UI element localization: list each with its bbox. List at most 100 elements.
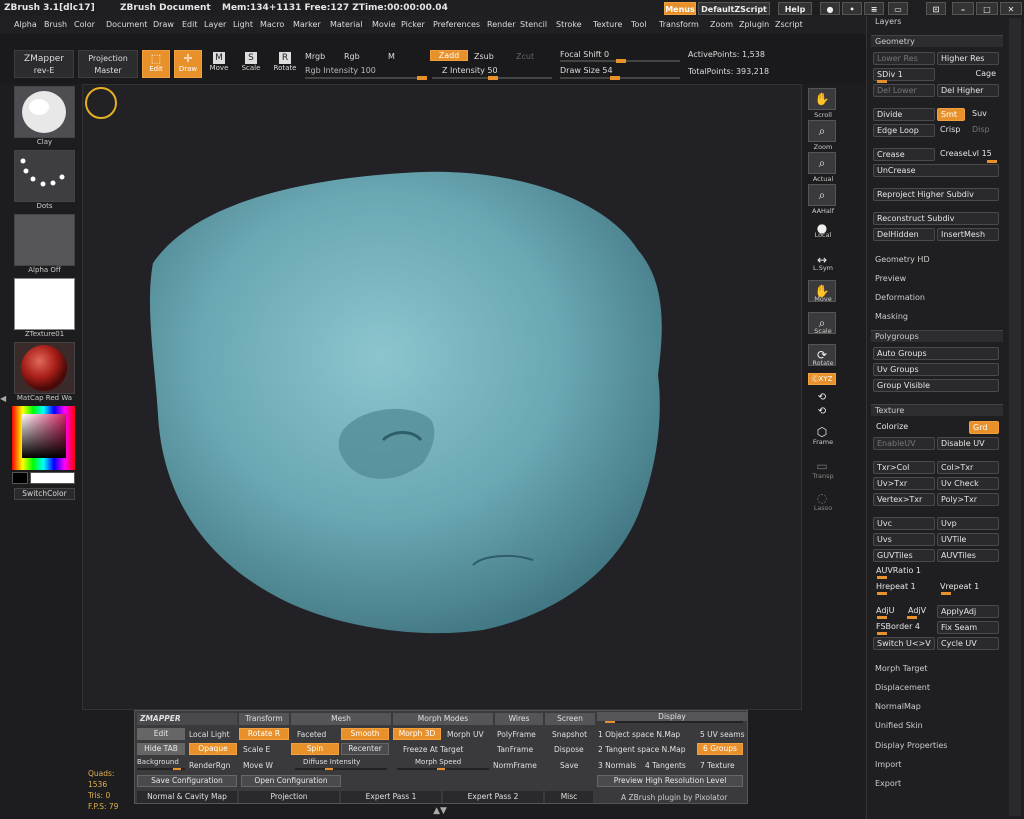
- zm-diffuse-slider[interactable]: [295, 768, 387, 770]
- lock-icon[interactable]: ⊡: [926, 2, 946, 15]
- menus-button[interactable]: Menus: [664, 2, 696, 15]
- zoom-icon[interactable]: ⌕: [808, 120, 836, 142]
- zm-faceted[interactable]: Faceted: [297, 729, 326, 740]
- zm-opaque-button[interactable]: Opaque: [189, 743, 237, 755]
- auvtiles-button[interactable]: AUVTiles: [937, 549, 999, 562]
- palette-icon[interactable]: ≡: [864, 2, 884, 15]
- hrepeat-knob[interactable]: [877, 592, 887, 595]
- menu-transform[interactable]: Transform: [659, 20, 699, 29]
- deformation-header[interactable]: Deformation: [875, 293, 925, 302]
- dot-icon[interactable]: ●: [820, 2, 840, 15]
- zm-save[interactable]: Save: [560, 760, 578, 771]
- small-dot-icon[interactable]: •: [842, 2, 862, 15]
- zm-background[interactable]: Background: [137, 757, 179, 768]
- crisp-toggle[interactable]: Crisp: [937, 124, 967, 137]
- stroke-thumbnail[interactable]: [14, 150, 75, 202]
- menu-picker[interactable]: Picker: [401, 20, 425, 29]
- m-button[interactable]: M: [388, 52, 395, 61]
- menu-macro[interactable]: Macro: [260, 20, 284, 29]
- zm-edit-button[interactable]: Edit: [137, 728, 185, 740]
- menu-zoom[interactable]: Zoom: [710, 20, 733, 29]
- mrgb-button[interactable]: Mrgb: [305, 52, 325, 61]
- preview-header[interactable]: Preview: [875, 274, 906, 283]
- crease-button[interactable]: Crease: [873, 148, 935, 161]
- del-higher-button[interactable]: Del Higher: [937, 84, 999, 97]
- zm-open-configuration-button[interactable]: Open Configuration: [241, 775, 341, 787]
- scroll-icon[interactable]: ✋: [808, 88, 836, 110]
- maximize-icon[interactable]: □: [976, 2, 998, 15]
- rgb-intensity-slider[interactable]: Rgb Intensity 100: [305, 66, 376, 75]
- color-picker-square[interactable]: [22, 414, 66, 458]
- menu-marker[interactable]: Marker: [293, 20, 321, 29]
- export-header[interactable]: Export: [875, 779, 901, 788]
- menu-zplugin[interactable]: Zplugin: [739, 20, 769, 29]
- menu-zscript[interactable]: Zscript: [775, 20, 803, 29]
- zm-dispose[interactable]: Dispose: [554, 744, 584, 755]
- menu-brush[interactable]: Brush: [44, 20, 67, 29]
- colorize-toggle[interactable]: Colorize: [873, 421, 967, 434]
- menu-preferences[interactable]: Preferences: [433, 20, 480, 29]
- insertmesh-button[interactable]: InsertMesh: [937, 228, 999, 241]
- close-icon[interactable]: ✕: [1000, 2, 1022, 15]
- zm-tangents[interactable]: 4 Tangents: [645, 760, 686, 771]
- zm-background-slider[interactable]: [137, 768, 185, 770]
- draw-mode-button[interactable]: ✛ Draw: [174, 50, 202, 78]
- uv-txr-button[interactable]: Uv>Txr: [873, 477, 935, 490]
- reproject-button[interactable]: Reproject Higher Subdiv: [873, 188, 999, 201]
- polygroups-header[interactable]: Polygroups: [871, 330, 1003, 342]
- normalmap-header[interactable]: NormalMap: [875, 702, 921, 711]
- geometry-hd-header[interactable]: Geometry HD: [875, 255, 930, 264]
- aahalf-icon[interactable]: ⌕: [808, 184, 836, 206]
- suv-toggle[interactable]: Suv: [969, 108, 999, 121]
- default-zscript-button[interactable]: DefaultZScript: [698, 2, 770, 15]
- mesh-body[interactable]: [149, 171, 662, 634]
- rect-icon[interactable]: ▭: [888, 2, 908, 15]
- layers-header[interactable]: Layers: [875, 17, 901, 26]
- projection-master-button[interactable]: Projection Master: [78, 50, 138, 78]
- fix-seam-button[interactable]: Fix Seam: [937, 621, 999, 634]
- edge-loop-button[interactable]: Edge Loop: [873, 124, 935, 137]
- menu-movie[interactable]: Movie: [372, 20, 396, 29]
- auvratio-slider[interactable]: AUVRatio 1: [873, 565, 999, 578]
- adju-knob[interactable]: [877, 616, 887, 619]
- zm-morphuv[interactable]: Morph UV: [447, 729, 484, 740]
- geometry-header[interactable]: Geometry: [871, 35, 1003, 47]
- disp-slider[interactable]: Disp: [969, 124, 999, 137]
- zm-texture[interactable]: 7 Texture: [700, 760, 735, 771]
- zm-tanframe[interactable]: TanFrame: [497, 744, 533, 755]
- tray-scrollbar[interactable]: [1009, 18, 1021, 816]
- actual-icon[interactable]: ⌕: [808, 152, 836, 174]
- zm-tab-expert-pass-1[interactable]: Expert Pass 1: [341, 791, 441, 803]
- zm-spin-button[interactable]: Spin: [291, 743, 339, 755]
- cage-button[interactable]: Cage: [937, 68, 999, 81]
- menu-draw[interactable]: Draw: [153, 20, 174, 29]
- z-intensity-knob[interactable]: [488, 76, 498, 80]
- menu-document[interactable]: Document: [106, 20, 147, 29]
- draw-size-track[interactable]: [560, 76, 680, 80]
- zm-freeze[interactable]: Freeze At Target: [403, 744, 463, 755]
- zm-normals[interactable]: 3 Normals: [598, 760, 636, 771]
- menu-material[interactable]: Material: [330, 20, 363, 29]
- menu-texture[interactable]: Texture: [593, 20, 622, 29]
- move-mode-button[interactable]: M Move: [208, 52, 230, 72]
- menu-color[interactable]: Color: [74, 20, 95, 29]
- vrepeat-knob[interactable]: [941, 592, 951, 595]
- texture-thumbnail[interactable]: [14, 278, 75, 330]
- auvratio-knob[interactable]: [877, 576, 887, 579]
- guvtiles-button[interactable]: GUVTiles: [873, 549, 935, 562]
- xyz-toggle[interactable]: ⒸXYZ: [808, 373, 836, 385]
- auto-groups-button[interactable]: Auto Groups: [873, 347, 999, 360]
- rgb-intensity-knob[interactable]: [417, 76, 427, 80]
- uv-check-button[interactable]: Uv Check: [937, 477, 999, 490]
- zm-recenter-button[interactable]: Recenter: [341, 743, 389, 755]
- zm-renderrgn[interactable]: RenderRgn: [189, 760, 230, 771]
- display-slider[interactable]: [605, 721, 743, 723]
- menu-light[interactable]: Light: [233, 20, 253, 29]
- zm-save-configuration-button[interactable]: Save Configuration: [137, 775, 237, 787]
- higher-res-button[interactable]: Higher Res: [937, 52, 999, 65]
- enable-uv-button[interactable]: EnableUV: [873, 437, 935, 450]
- zm-smooth-button[interactable]: Smooth: [341, 728, 389, 740]
- switch-uv-button[interactable]: Switch U<>V: [873, 637, 935, 650]
- focal-shift-slider[interactable]: Focal Shift 0: [560, 50, 609, 59]
- z-intensity-track[interactable]: [432, 76, 552, 80]
